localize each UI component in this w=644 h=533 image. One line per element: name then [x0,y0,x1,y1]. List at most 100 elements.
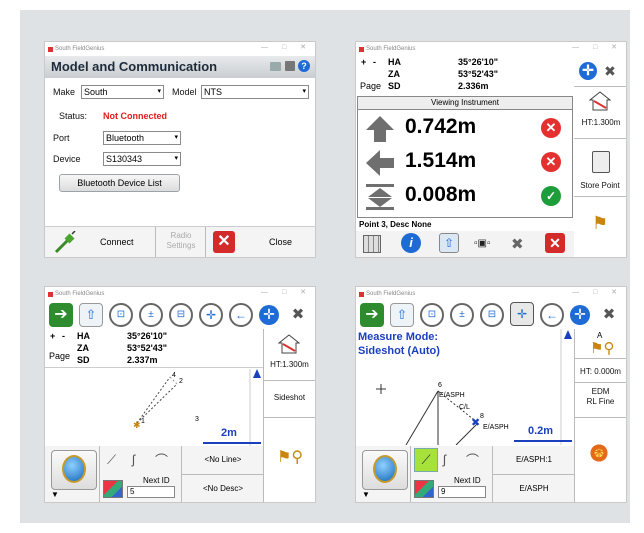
port-select[interactable]: Bluetooth ▾ [103,131,181,145]
window-controls[interactable]: — □ ✕ [261,43,312,51]
globe-icon [62,455,86,483]
photo-icon[interactable] [103,480,123,498]
page-button[interactable]: Page [49,351,70,361]
target-icon[interactable]: ✛ [259,305,279,325]
map-label-point-8[interactable]: 8 [480,413,484,420]
bluetooth-device-list-label: Bluetooth Device List [77,178,162,188]
instrument-up-icon[interactable]: ⇧ [390,303,414,327]
exit-icon[interactable]: ➔ [360,303,384,327]
map-point-3[interactable]: 3 [195,416,199,423]
model-select[interactable]: NTS ▾ [201,85,309,99]
photo-icon[interactable] [414,480,434,498]
globe-button-icon[interactable] [362,450,408,490]
bluetooth-device-list-button[interactable]: Bluetooth Device List [59,174,180,192]
page-button[interactable]: Page [360,81,381,91]
pan-icon[interactable]: ✛ [510,302,534,326]
dropdown-triangle-icon[interactable]: ▼ [362,490,370,499]
curve-tool-icon[interactable]: ʃ [132,452,135,467]
description-field[interactable]: <No Desc> [185,484,261,493]
make-select[interactable]: South ▾ [81,85,164,99]
description-field[interactable]: E/ASPH [496,484,572,493]
house-height-icon[interactable] [588,91,612,111]
height-readout[interactable]: HT:1.300m [576,118,626,127]
target-icon[interactable]: ✛ [579,62,597,80]
stakeout-person-icon[interactable]: ⚑ [592,213,608,234]
tools-icon[interactable]: ✖ [287,305,309,325]
map-point-1[interactable]: 1 [141,418,145,425]
zoom-extents-icon[interactable]: ± [450,303,474,327]
close-button[interactable]: Close [269,237,292,247]
exit-icon[interactable]: ➔ [49,303,73,327]
next-id-input[interactable]: 9 [438,486,486,498]
map-label-point-6[interactable]: 6 [438,382,442,389]
offset-value-3: 0.008m [405,183,477,206]
window-controls[interactable]: — □ ✕ [572,43,623,51]
zoom-window-icon[interactable]: ⊡ [109,303,133,327]
stakeout-person-icon[interactable]: ⚑⚲ [277,447,303,467]
map-canvas[interactable]: 1 2 3 4 ✱ 2m [45,367,263,447]
laser-icon[interactable]: ✳ [589,443,609,463]
map-canvas[interactable]: Measure Mode: Sideshot (Auto) 6 E/ASPH C… [356,329,574,445]
back-icon[interactable]: ← [540,303,564,327]
pan-icon[interactable]: ✛ [199,303,223,327]
edm-mode-value[interactable]: RL Fine [575,397,626,406]
prism-icon[interactable]: ▫▣▫ [474,238,491,249]
line-code-field[interactable]: E/ASPH:1 [496,455,572,464]
house-height-icon[interactable] [277,334,301,354]
window-controls[interactable]: — □ ✕ [572,288,623,296]
next-id-input[interactable]: 5 [127,486,175,498]
instrument-up-icon[interactable]: ⇧ [79,303,103,327]
divider [574,138,626,139]
window-controls[interactable]: — □ ✕ [261,288,312,296]
status-value: Not Connected [103,111,167,121]
line-code-field[interactable]: <No Line> [185,455,261,464]
plus-button[interactable]: + [361,57,366,67]
dropdown-triangle-icon[interactable]: ▼ [51,490,59,499]
divider [155,227,156,257]
wrench-icon[interactable]: ✖ [511,235,524,253]
minus-button[interactable]: - [373,57,376,67]
plus-button[interactable]: + [50,331,55,341]
make-label: Make [53,87,76,97]
back-icon[interactable]: ← [229,303,253,327]
close-x-icon[interactable]: ✕ [545,233,565,253]
instrument-up-icon[interactable]: ⇧ [439,233,459,253]
bluetooth-device-icon[interactable] [270,62,281,71]
tools-icon[interactable]: ✖ [598,305,620,325]
zoom-extents-icon[interactable]: ± [139,303,163,327]
help-icon[interactable]: ? [298,60,310,72]
radio-settings-button[interactable]: Radio Settings [163,231,199,251]
curve-tool-icon[interactable]: ʃ [443,452,446,467]
zoom-out-icon[interactable]: ⊟ [169,303,193,327]
zoom-out-icon[interactable]: ⊟ [480,303,504,327]
minus-button[interactable]: - [62,331,65,341]
tools-icon[interactable]: ✖ [601,62,619,80]
map-point-2[interactable]: 2 [179,378,183,385]
height-readout[interactable]: HT:1.300m [264,360,315,369]
calculator-icon[interactable] [285,61,295,71]
store-point-button[interactable]: Store Point [574,181,626,190]
instrument-person-icon[interactable]: ⚑⚲ [590,339,614,357]
connect-button[interactable]: Connect [100,237,134,247]
globe-button-icon[interactable] [51,450,97,490]
close-x-icon[interactable]: ✕ [213,231,235,253]
line-tool-icon[interactable]: ⟋ [414,448,438,472]
device-select[interactable]: S130343 ▾ [103,152,181,166]
edm-mode-label[interactable]: EDM [575,387,626,396]
line-tool-icon[interactable]: ⟋ [107,452,116,468]
port-label: Port [53,133,70,143]
arc-tool-icon[interactable]: ⌒ [155,450,168,469]
zoom-window-icon[interactable]: ⊡ [420,303,444,327]
arrow-left-icon [366,150,394,176]
map-point-4[interactable]: 4 [172,372,176,379]
arc-tool-icon[interactable]: ⌒ [466,450,479,469]
target-icon[interactable]: ✛ [570,305,590,325]
info-icon[interactable]: i [401,233,421,253]
sideshot-button[interactable]: Sideshot [264,393,315,402]
bottom-toolbar: i ⇧ ▫▣▫ ✖ ✕ [356,231,574,257]
grid-icon[interactable] [363,235,381,253]
ha-label: HA [388,57,401,67]
height-readout[interactable]: HT: 0.000m [575,367,626,376]
title-bar: South FieldGenius — □ ✕ [356,287,626,301]
make-select-value: South [84,87,108,97]
